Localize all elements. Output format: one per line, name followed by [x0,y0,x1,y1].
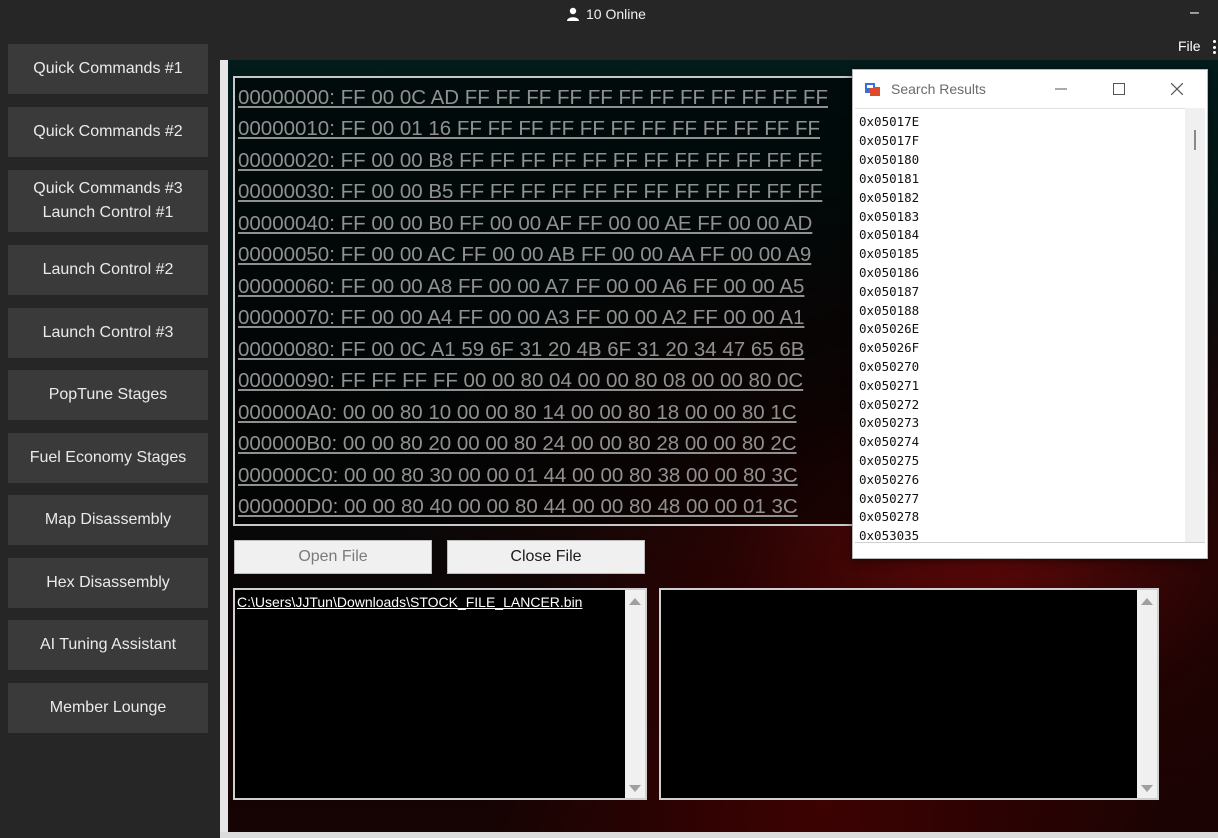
hex-row: 00000090: FF FF FF FF 00 00 80 04 00 00 … [238,369,804,392]
list-item[interactable]: 0x050278 [859,509,919,524]
file-path-item[interactable]: C:\Users\JJTun\Downloads\STOCK_FILE_LANC… [237,594,582,610]
open-file-button[interactable]: Open File [234,540,432,574]
scroll-up-icon[interactable] [1141,598,1153,605]
search-results-scrollbar[interactable] [1185,108,1205,542]
list-item[interactable]: 0x050270 [859,359,919,374]
list-item[interactable]: 0x050183 [859,209,919,224]
online-indicator: 10 Online [566,6,646,22]
list-item[interactable]: 0x050273 [859,415,919,430]
hex-row: 00000000: FF 00 0C AD FF FF FF FF FF FF … [238,86,828,109]
sidebar-item-ai-tuning-assistant[interactable]: AI Tuning Assistant [8,620,208,670]
window-minimize-button[interactable] [1039,76,1083,102]
search-results-titlebar[interactable]: Search Results [853,70,1207,108]
scroll-up-icon[interactable] [629,598,641,605]
hex-row: 00000030: FF 00 00 B5 FF FF FF FF FF FF … [238,180,823,203]
sidebar: Quick Commands #1 Quick Commands #2 Quic… [0,38,220,838]
list-item[interactable]: 0x050271 [859,378,919,393]
sidebar-item-launch-control-3[interactable]: Launch Control #3 [8,308,208,358]
sidebar-item-launch-control-2[interactable]: Launch Control #2 [8,245,208,295]
hex-row: 00000010: FF 00 01 16 FF FF FF FF FF FF … [238,117,821,140]
sidebar-item-poptune-stages[interactable]: PopTune Stages [8,370,208,420]
hex-row: 00000050: FF 00 00 AC FF 00 00 AB FF 00 … [238,243,812,266]
list-item[interactable]: 0x050272 [859,397,919,412]
list-item[interactable]: 0x050277 [859,491,919,506]
minimize-icon [1055,88,1067,90]
list-item[interactable]: 0x050275 [859,453,919,468]
output-scrollbar[interactable] [1137,590,1157,798]
list-item[interactable]: 0x050185 [859,246,919,261]
hex-row: 00000080: FF 00 0C A1 59 6F 31 20 4B 6F … [238,338,805,361]
search-results-bottom-edge [855,542,1205,557]
sidebar-item-hex-disassembly[interactable]: Hex Disassembly [8,558,208,608]
sidebar-item-member-lounge[interactable]: Member Lounge [8,683,208,733]
list-item[interactable]: 0x050187 [859,284,919,299]
sidebar-item-label: Quick Commands #3 [33,180,183,197]
app-icon [865,83,880,96]
scrollbar-thumb[interactable] [1194,130,1196,150]
window-maximize-button[interactable] [1097,76,1141,102]
sidebar-item-fuel-economy-stages[interactable]: Fuel Economy Stages [8,433,208,483]
sidebar-item-map-disassembly[interactable]: Map Disassembly [8,495,208,545]
list-item[interactable]: 0x053035 [859,528,919,543]
list-item[interactable]: 0x05026F [859,340,919,355]
close-icon [1171,83,1183,95]
list-item[interactable]: 0x050182 [859,190,919,205]
sidebar-item-label: Launch Control #1 [42,204,174,221]
main-panel-border [220,832,1218,838]
hex-row: 00000070: FF 00 00 A4 FF 00 00 A3 FF 00 … [238,306,805,329]
output-box[interactable] [659,588,1159,800]
list-item[interactable]: 0x05017F [859,133,919,148]
hex-row: 00000020: FF 00 00 B8 FF FF FF FF FF FF … [238,149,823,172]
list-item[interactable]: 0x05026E [859,321,919,336]
scroll-down-icon[interactable] [629,785,641,792]
sidebar-item-label: AI Tuning Assistant [39,636,177,653]
window-close-button[interactable] [1155,76,1199,102]
sidebar-item-label: Launch Control #3 [42,324,174,341]
minimize-button[interactable]: – [1190,4,1199,22]
search-results-list[interactable]: 0x05017E 0x05017F 0x050180 0x050181 0x05… [855,108,1185,543]
search-results-window: Search Results 0x05017E 0x05017F 0x05018… [852,69,1208,559]
sidebar-item-label: Hex Disassembly [46,574,170,591]
hex-row: 00000060: FF 00 00 A8 FF 00 00 A7 FF 00 … [238,275,805,298]
sidebar-item-label: PopTune Stages [48,386,168,403]
file-menu[interactable]: File [1178,38,1201,54]
scroll-down-icon[interactable] [1141,785,1153,792]
sidebar-item-label: Quick Commands #2 [33,123,183,140]
more-options-icon[interactable] [1213,40,1216,54]
sidebar-item-quick-commands-1[interactable]: Quick Commands #1 [8,44,208,94]
search-results-title: Search Results [891,81,986,97]
sidebar-item-label: Launch Control #2 [42,261,174,278]
sidebar-item-label: Map Disassembly [44,511,172,528]
list-item[interactable]: 0x050181 [859,171,919,186]
sidebar-item-label: Quick Commands #1 [33,60,183,77]
hex-row: 000000A0: 00 00 80 10 00 00 80 14 00 00 … [238,401,797,424]
hex-view[interactable]: 00000000: FF 00 0C AD FF FF FF FF FF FF … [233,76,863,526]
file-path-list[interactable]: C:\Users\JJTun\Downloads\STOCK_FILE_LANC… [233,588,647,800]
list-item[interactable]: 0x050180 [859,152,919,167]
file-list-scrollbar[interactable] [625,590,645,798]
hex-row: 000000D0: 00 00 80 40 00 00 80 44 00 00 … [238,495,798,518]
list-item[interactable]: 0x050276 [859,472,919,487]
online-count: 10 Online [586,6,646,22]
list-item[interactable]: 0x050186 [859,265,919,280]
sidebar-item-quick-commands-2[interactable]: Quick Commands #2 [8,107,208,157]
hex-row: 000000C0: 00 00 80 30 00 00 01 44 00 00 … [238,464,798,487]
list-item[interactable]: 0x050184 [859,227,919,242]
sidebar-item-quick-commands-3[interactable]: Quick Commands #3 Launch Control #1 [8,170,208,232]
hex-row: 00000040: FF 00 00 B0 FF 00 00 AF FF 00 … [238,212,813,235]
list-item[interactable]: 0x050274 [859,434,919,449]
list-item[interactable]: 0x050188 [859,303,919,318]
user-icon [567,7,579,21]
sidebar-item-label: Fuel Economy Stages [29,449,187,466]
hex-row: 000000B0: 00 00 80 20 00 00 80 24 00 00 … [238,432,797,455]
close-file-button[interactable]: Close File [447,540,645,574]
sidebar-item-label: Member Lounge [49,699,167,716]
maximize-icon [1113,83,1125,95]
list-item[interactable]: 0x05017E [859,114,919,129]
